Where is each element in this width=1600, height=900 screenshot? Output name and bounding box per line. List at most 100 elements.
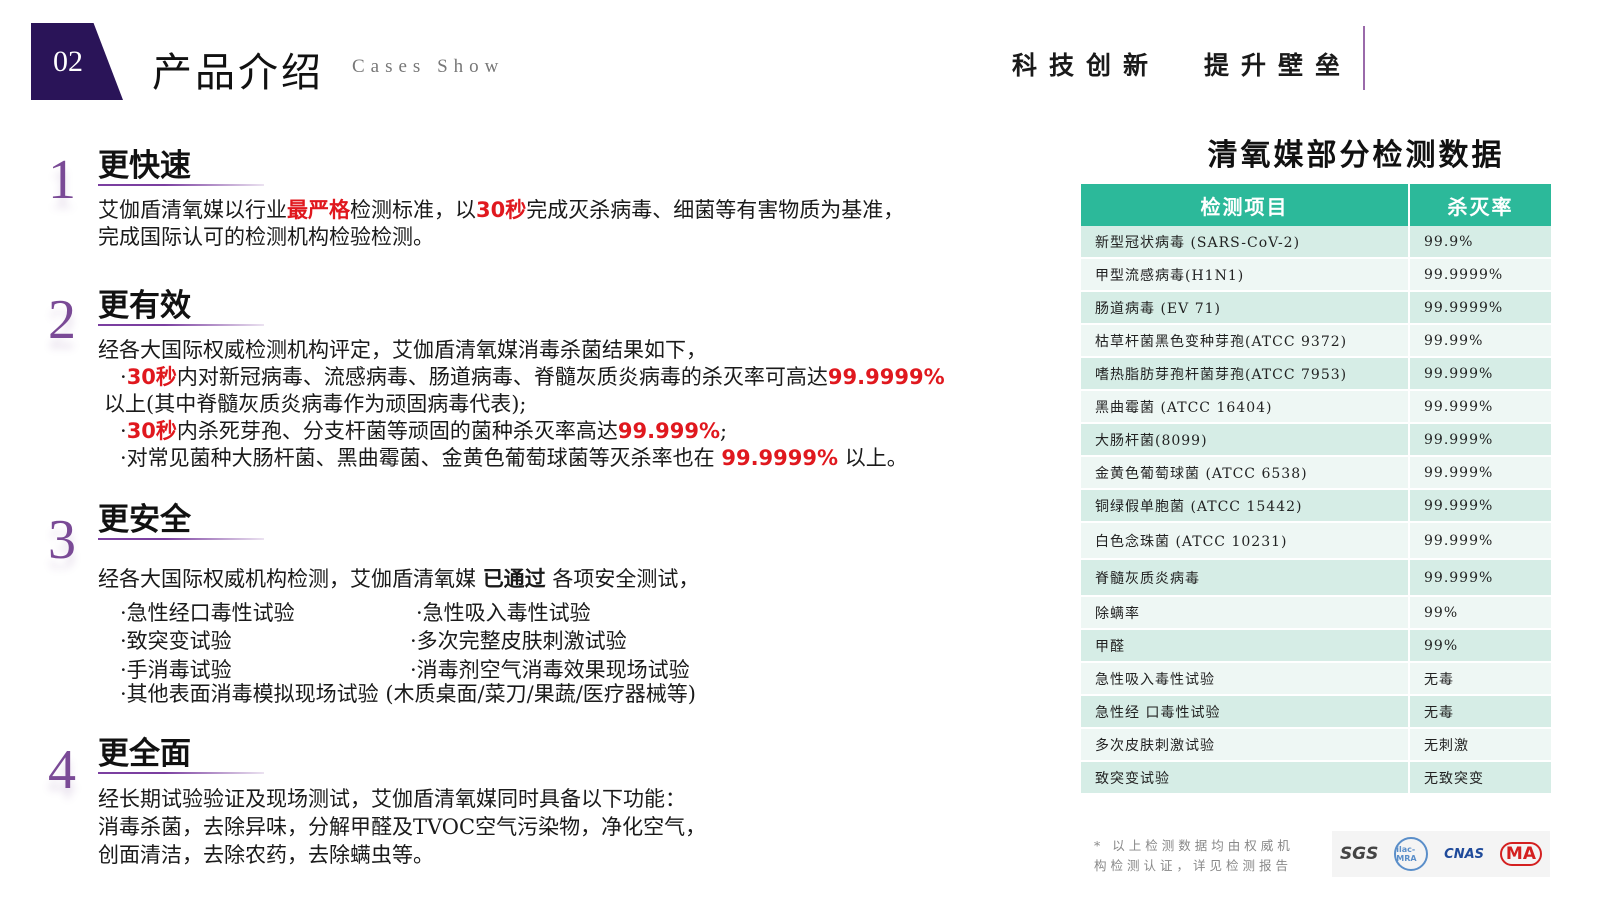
text-run: ·对常见菌种大肠杆菌、黑曲霉菌、金黄色葡萄球菌等灭杀率也在 — [120, 446, 722, 470]
table-footnote: * 以上检测数据均由权威机 构检测认证，详见检测报告 — [1094, 836, 1330, 876]
ilac-mra-logo: ilac-MRA — [1394, 837, 1429, 871]
test-item-cell: 急性吸入毒性试验 — [1081, 662, 1410, 696]
kill-rate-cell: 99.999% — [1409, 559, 1551, 597]
test-item-cell: 金黄色葡萄球菌 (ATCC 6538) — [1081, 456, 1410, 490]
ma-logo: MA — [1499, 842, 1542, 866]
section-safer: 3 更安全 经各大国际权威机构检测，艾伽盾清氧媒 已通过 各项安全测试， ·急性… — [40, 494, 1040, 706]
safety-test-item: ·消毒剂空气消毒效果现场试验 — [410, 658, 690, 682]
certification-logos: SGS ilac-MRA CNAS MA — [1332, 831, 1550, 877]
table-row: 金黄色葡萄球菌 (ATCC 6538) 99.999% — [1081, 456, 1551, 490]
table-title: 清氧媒部分检测数据 — [1207, 138, 1505, 173]
safety-test-item: ·手消毒试验 — [120, 658, 232, 682]
text-run: 艾伽盾清氧媒以行业 — [98, 198, 287, 222]
column-header-item: 检测项目 — [1081, 184, 1410, 226]
table-row: 除螨率 99% — [1081, 596, 1551, 630]
table-row: 新型冠状病毒 (SARS-CoV-2) 99.9% — [1081, 226, 1551, 259]
section-number: 2 — [48, 289, 76, 351]
body-line: 消毒杀菌，去除异味，分解甲醛及TVOC空气污染物，净化空气， — [98, 815, 707, 839]
table-row: 黑曲霉菌 (ATCC 16404) 99.999% — [1081, 390, 1551, 424]
column-header-rate: 杀灭率 — [1409, 184, 1551, 226]
highlight-text: 30秒 — [126, 365, 177, 389]
table-row: 白色念珠菌 (ATCC 10231) 99.999% — [1081, 522, 1551, 560]
kill-rate-cell: 99% — [1409, 629, 1551, 663]
kill-rate-cell: 无刺激 — [1409, 728, 1551, 762]
table-row: 甲型流感病毒(H1N1) 99.9999% — [1081, 258, 1551, 292]
safety-test-list: ·急性经口毒性试验 ·致突变试验 ·手消毒试验 ·急性吸入毒性试验 ·多次完整皮… — [98, 597, 798, 687]
kill-rate-cell: 无毒 — [1409, 662, 1551, 696]
kill-rate-cell: 99.9% — [1409, 226, 1551, 259]
kill-rate-cell: 99.99% — [1409, 324, 1551, 358]
test-item-cell: 致突变试验 — [1081, 761, 1410, 795]
section-underline — [98, 324, 264, 326]
body-line: ·30秒内对新冠病毒、流感病毒、肠道病毒、脊髓灰质炎病毒的杀灭率可高达99.99… — [98, 364, 945, 391]
safety-test-item: ·致突变试验 — [120, 629, 232, 653]
test-item-cell: 新型冠状病毒 (SARS-CoV-2) — [1081, 226, 1410, 259]
highlight-text: 99.999% — [617, 419, 720, 443]
test-item-cell: 甲型流感病毒(H1N1) — [1081, 258, 1410, 292]
safety-test-item: ·急性吸入毒性试验 — [416, 601, 591, 625]
section-body: 经各大国际权威检测机构评定，艾伽盾清氧媒消毒杀菌结果如下， ·30秒内对新冠病毒… — [98, 337, 945, 472]
kill-rate-cell: 99.999% — [1409, 423, 1551, 457]
table-row: 铜绿假单胞菌 (ATCC 15442) 99.999% — [1081, 489, 1551, 523]
test-item-cell: 枯草杆菌黑色变种芽孢(ATCC 9372) — [1081, 324, 1410, 358]
test-item-cell: 肠道病毒 (EV 71) — [1081, 291, 1410, 325]
bullet: · — [120, 365, 127, 389]
highlight-text: 30秒 — [126, 419, 177, 443]
kill-rate-cell: 99.9999% — [1409, 291, 1551, 325]
kill-rate-cell: 99.999% — [1409, 522, 1551, 560]
test-item-cell: 多次皮肤刺激试验 — [1081, 728, 1410, 762]
section-body: 艾伽盾清氧媒以行业最严格检测标准，以30秒完成灭杀病毒、细菌等有害物质为基准， … — [98, 197, 904, 251]
section-number: 1 — [48, 149, 76, 211]
text-run: 内杀死芽孢、分支杆菌等顽固的菌种杀灭率高达 — [176, 419, 618, 443]
test-item-cell: 嗜热脂肪芽孢杆菌芽孢(ATCC 7953) — [1081, 357, 1410, 391]
body-line: 经各大国际权威机构检测，艾伽盾清氧媒 已通过 各项安全测试， — [98, 566, 699, 593]
section-title: 更安全 — [98, 502, 191, 538]
section-body: 经各大国际权威机构检测，艾伽盾清氧媒 已通过 各项安全测试， — [98, 566, 699, 593]
body-line: 经各大国际权威检测机构评定，艾伽盾清氧媒消毒杀菌结果如下， — [98, 338, 707, 362]
test-item-cell: 铜绿假单胞菌 (ATCC 15442) — [1081, 489, 1410, 523]
test-data-table: 检测项目 杀灭率 新型冠状病毒 (SARS-CoV-2) 99.9% 甲型流感病毒(… — [1081, 184, 1551, 795]
table-row: 急性经 口毒性试验 无毒 — [1081, 695, 1551, 729]
section-title: 更快速 — [98, 148, 191, 184]
table-row: 大肠杆菌(8099) 99.999% — [1081, 423, 1551, 457]
kill-rate-cell: 99.999% — [1409, 456, 1551, 490]
footnote-line: 构检测认证，详见检测报告 — [1094, 858, 1293, 873]
bold-text: 已通过 — [482, 567, 546, 591]
page-title: 产品介绍 — [152, 50, 324, 96]
section-faster: 1 更快速 艾伽盾清氧媒以行业最严格检测标准，以30秒完成灭杀病毒、细菌等有害物… — [40, 140, 1040, 250]
kill-rate-cell: 99% — [1409, 596, 1551, 630]
header-divider — [1363, 26, 1365, 90]
test-item-cell: 急性经 口毒性试验 — [1081, 695, 1410, 729]
sgs-logo: SGS — [1339, 844, 1379, 864]
section-effective: 2 更有效 经各大国际权威检测机构评定，艾伽盾清氧媒消毒杀菌结果如下， ·30秒… — [40, 280, 1040, 480]
footnote-line: * 以上检测数据均由权威机 — [1094, 838, 1294, 853]
body-line: ·30秒内杀死芽孢、分支杆菌等顽固的菌种杀灭率高达99.999%; — [98, 418, 945, 445]
body-line: ·对常见菌种大肠杆菌、黑曲霉菌、金黄色葡萄球菌等灭杀率也在 99.9999% 以… — [98, 445, 945, 472]
kill-rate-cell: 99.999% — [1409, 489, 1551, 523]
page-subtitle: Cases Show — [352, 56, 505, 77]
text-run: ; — [720, 419, 728, 443]
body-line: 创面清洁，去除农药，去除螨虫等。 — [98, 843, 434, 867]
table-row: 肠道病毒 (EV 71) 99.9999% — [1081, 291, 1551, 325]
test-item-cell: 白色念珠菌 (ATCC 10231) — [1081, 522, 1410, 560]
table-row: 致突变试验 无致突变 — [1081, 761, 1551, 795]
highlight-text: 最严格 — [287, 198, 350, 222]
kill-rate-cell: 99.999% — [1409, 357, 1551, 391]
body-line: 艾伽盾清氧媒以行业最严格检测标准，以30秒完成灭杀病毒、细菌等有害物质为基准， — [98, 197, 904, 224]
table-row: 多次皮肤刺激试验 无刺激 — [1081, 728, 1551, 762]
table-row: 枯草杆菌黑色变种芽孢(ATCC 9372) 99.99% — [1081, 324, 1551, 358]
test-item-cell: 黑曲霉菌 (ATCC 16404) — [1081, 390, 1410, 424]
safety-test-item: ·多次完整皮肤刺激试验 — [410, 629, 627, 653]
kill-rate-cell: 99.999% — [1409, 390, 1551, 424]
text-run: 以上。 — [838, 446, 908, 470]
safety-test-item: ·其他表面消毒模拟现场试验 (木质桌面/菜刀/果蔬/医疗器械等) — [120, 682, 696, 706]
bullet: · — [120, 419, 127, 443]
section-underline — [98, 184, 264, 186]
section-number: 3 — [48, 509, 76, 571]
body-line: 以上(其中脊髓灰质炎病毒作为顽固病毒代表); — [104, 392, 527, 416]
cnas-logo: CNAS — [1444, 846, 1485, 862]
body-line: 经长期试验验证及现场测试，艾伽盾清氧媒同时具备以下功能： — [98, 787, 686, 811]
body-line: 完成国际认可的检测机构检验检测。 — [98, 225, 434, 249]
test-item-cell: 大肠杆菌(8099) — [1081, 423, 1410, 457]
text-run: 经各大国际权威机构检测，艾伽盾清氧媒 — [98, 567, 483, 591]
